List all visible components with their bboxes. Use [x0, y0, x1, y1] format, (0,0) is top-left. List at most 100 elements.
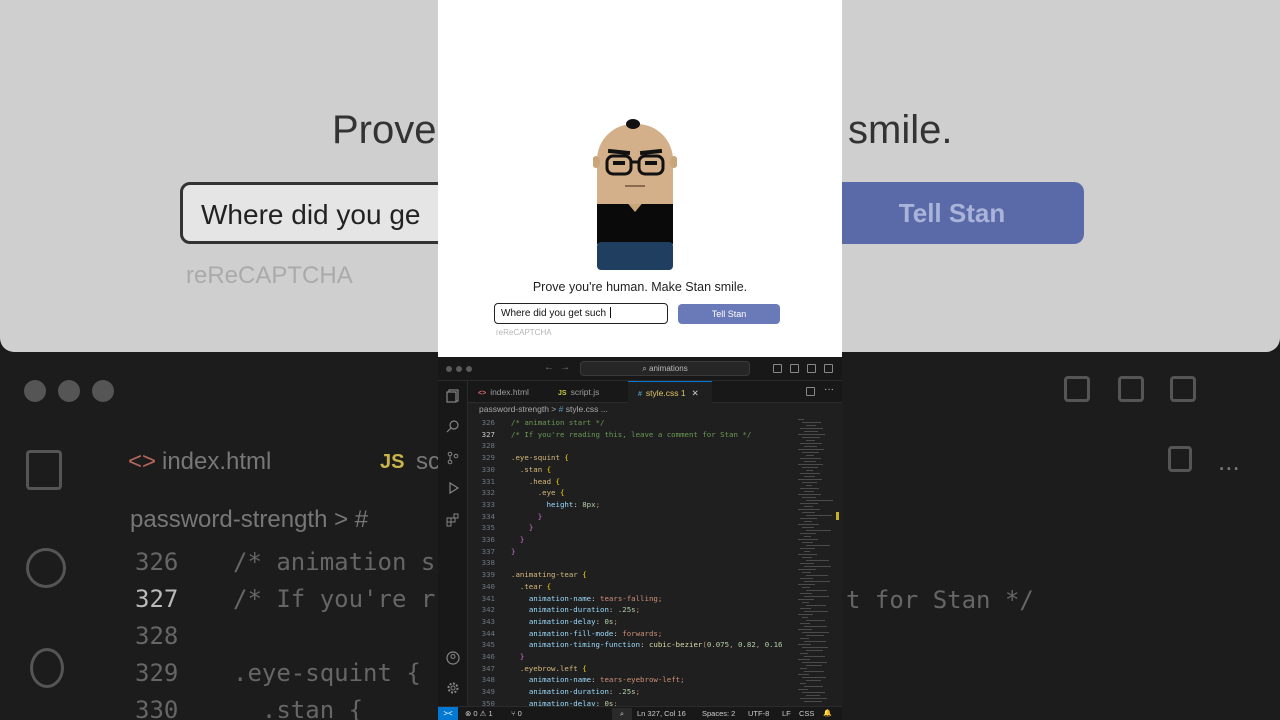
code-text: animation-delay: 0s; — [528, 616, 618, 626]
tab-style-css[interactable]: # style.css 1 ✕ — [628, 381, 712, 403]
minimap-line — [804, 431, 818, 432]
toggle-secondary-sidebar-icon[interactable] — [807, 364, 816, 373]
extensions-icon[interactable] — [446, 513, 460, 527]
tab-script-js[interactable]: JS script.js — [548, 381, 626, 403]
code-line[interactable]: 339 .animating-tear { — [468, 570, 792, 582]
minimap-line — [798, 554, 817, 555]
line-number: 326 — [481, 418, 495, 427]
zoom-icon[interactable]: ⌕ — [612, 708, 632, 720]
explorer-icon[interactable] — [446, 389, 460, 403]
code-line[interactable]: 346 } — [468, 652, 792, 664]
settings-gear-icon[interactable] — [446, 681, 460, 695]
code-line[interactable]: 343 animation-delay: 0s; — [468, 617, 792, 629]
customize-layout-icon[interactable] — [824, 364, 833, 373]
breadcrumb-separator: > — [551, 404, 557, 414]
line-number: 344 — [481, 628, 495, 638]
code-line[interactable]: 330 .stan { — [468, 465, 792, 477]
background-breadcrumb-folder: password-strength — [130, 506, 328, 533]
minimap-line — [806, 500, 833, 501]
code-editor[interactable]: 326 /* animation start */ 327 /* If you're … — [468, 417, 792, 706]
minimap-line — [804, 551, 810, 552]
code-line[interactable]: 349 animation-duration: .25s; — [468, 687, 792, 699]
problems-indicator[interactable]: ⊗ 0 ⚠ 1 — [465, 708, 493, 720]
ports-indicator[interactable]: ⑂ 0 — [511, 708, 522, 720]
indentation[interactable]: Spaces: 2 — [702, 708, 735, 720]
source-control-icon[interactable] — [446, 451, 460, 465]
code-line[interactable]: 335 } — [468, 523, 792, 535]
breadcrumb-file[interactable]: style.css — [566, 404, 599, 414]
maximize-window-dot[interactable] — [466, 366, 472, 372]
line-number: 328 — [481, 441, 495, 451]
background-traffic-light — [58, 380, 80, 402]
forward-arrow-icon[interactable]: → — [560, 362, 570, 373]
code-text: } — [519, 535, 525, 544]
code-line[interactable]: 344 animation-fill-mode: forwards; — [468, 629, 792, 641]
toggle-sidebar-icon[interactable] — [773, 364, 782, 373]
code-line[interactable]: 334 } — [468, 512, 792, 524]
split-editor-icon[interactable] — [806, 387, 815, 396]
minimap-line — [800, 653, 808, 654]
code-text: .head { — [528, 476, 560, 486]
code-line[interactable]: 329 .eye-squint { — [468, 453, 792, 465]
account-icon[interactable] — [446, 651, 460, 665]
notifications-bell-icon[interactable]: 🔔 — [823, 708, 832, 720]
tell-stan-button[interactable]: Tell Stan — [678, 304, 780, 324]
code-line[interactable]: 341 animation-name: tears-falling; — [468, 594, 792, 606]
code-line[interactable]: 350 animation-delay: 0s; — [468, 699, 792, 706]
line-number: 347 — [481, 663, 495, 673]
minimize-window-dot[interactable] — [456, 366, 462, 372]
background-files-icon — [26, 450, 62, 490]
encoding[interactable]: UTF-8 — [748, 708, 769, 720]
toggle-panel-icon[interactable] — [790, 364, 799, 373]
minimap-line — [800, 443, 822, 444]
minimap-line — [798, 584, 815, 585]
code-line[interactable]: 340 .tear { — [468, 582, 792, 594]
code-line[interactable]: 338 — [468, 558, 792, 570]
more-actions-icon[interactable]: ··· — [824, 384, 834, 395]
breadcrumb-folder[interactable]: password-strength — [479, 404, 549, 414]
back-arrow-icon[interactable]: ← — [544, 362, 554, 373]
code-line[interactable]: 348 animation-name: tears-eyebrow-left; — [468, 675, 792, 687]
minimap[interactable] — [794, 417, 840, 706]
code-line[interactable]: 332 .eye { — [468, 488, 792, 500]
code-text: animation-delay: 0s; — [528, 698, 618, 706]
minimap-line — [802, 587, 810, 588]
breadcrumb-more[interactable]: ... — [601, 404, 608, 414]
webpage: Prove you're human. Make Stan smile. Whe… — [438, 0, 842, 357]
tab-index-html[interactable]: <> index.html — [468, 381, 548, 403]
code-line[interactable]: 347 .eyebrow.left { — [468, 664, 792, 676]
minimap-line — [800, 428, 823, 429]
code-line[interactable]: 333 height: 8px; — [468, 500, 792, 512]
minimap-line — [806, 515, 832, 516]
password-input[interactable]: Where did you get such — [494, 303, 668, 324]
minimap-line — [806, 605, 826, 606]
minimap-line — [800, 458, 821, 459]
command-center-search[interactable]: ⌕ animations — [580, 361, 750, 376]
background-layout-icon — [1118, 376, 1144, 402]
minimap-line — [798, 659, 810, 660]
line-ending[interactable]: LF — [782, 708, 791, 720]
line-number: 330 — [481, 464, 495, 474]
code-line[interactable]: 328 — [468, 441, 792, 453]
close-window-dot[interactable] — [446, 366, 452, 372]
css-file-icon: # — [558, 404, 564, 414]
code-line[interactable]: 326 /* animation start */ — [468, 418, 792, 430]
code-line[interactable]: 331 .head { — [468, 477, 792, 489]
line-number: 329 — [481, 453, 495, 463]
ports-count: 0 — [517, 709, 522, 718]
code-line[interactable]: 327 /* If you're reading this, leave a co… — [468, 430, 792, 442]
code-line[interactable]: 342 animation-duration: .25s; — [468, 605, 792, 617]
code-line[interactable]: 337} — [468, 547, 792, 559]
close-tab-icon[interactable]: ✕ — [692, 388, 699, 398]
language-mode[interactable]: CSS — [799, 708, 814, 720]
minimap-line — [800, 488, 819, 489]
minimap-line — [802, 602, 809, 603]
run-debug-icon[interactable] — [446, 481, 460, 495]
minimap-line — [802, 647, 828, 648]
remote-indicator[interactable]: >< — [438, 707, 458, 720]
code-line[interactable]: 345 animation-timing-function: cubic-bez… — [468, 640, 792, 652]
search-icon[interactable] — [446, 419, 460, 433]
cursor-position[interactable]: Ln 327, Col 16 — [637, 708, 686, 720]
minimap-line — [800, 548, 815, 549]
code-line[interactable]: 336 } — [468, 535, 792, 547]
